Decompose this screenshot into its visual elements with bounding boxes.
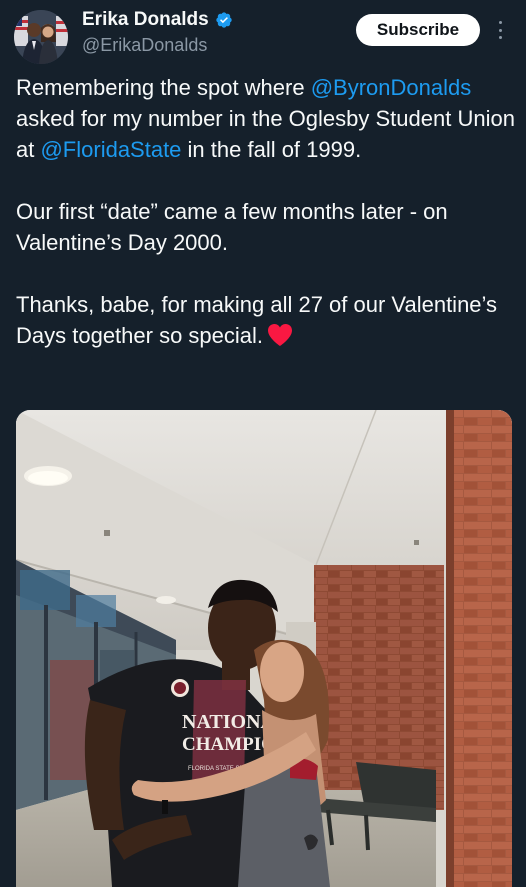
avatar[interactable] — [14, 10, 68, 64]
tweet-paragraph-1: Remembering the spot where @ByronDonalds… — [16, 72, 516, 165]
mention-link-floridastate[interactable]: @FloridaState — [40, 137, 181, 162]
text-segment: Remembering the spot where — [16, 75, 311, 100]
text-segment: Thanks, babe, for making all 27 of our V… — [16, 292, 498, 348]
text-segment: in the fall of 1999. — [181, 137, 362, 162]
more-vertical-icon[interactable] — [494, 18, 506, 42]
mention-link-byrondonalds[interactable]: @ByronDonalds — [311, 75, 472, 100]
heart-emoji-icon — [268, 324, 293, 346]
tweet-paragraph-2: Our first “date” came a few months later… — [16, 199, 448, 255]
subscribe-button[interactable]: Subscribe — [356, 14, 480, 46]
tweet-text: Remembering the spot where @ByronDonalds… — [16, 72, 516, 351]
tweet-header: Erika Donalds @ErikaDonalds Subscribe — [0, 0, 526, 64]
photo-illustration: NATIONAL CHAMPIONS FLORIDA STATE SEMINOL… — [16, 410, 512, 887]
verified-badge-icon — [216, 12, 232, 28]
tweet-paragraph-3: Thanks, babe, for making all 27 of our V… — [16, 289, 516, 351]
tweet-photo[interactable]: NATIONAL CHAMPIONS FLORIDA STATE SEMINOL… — [16, 410, 512, 887]
handle[interactable]: @ErikaDonalds — [82, 34, 207, 56]
display-name[interactable]: Erika Donalds — [82, 9, 209, 31]
profile-photo-icon — [14, 10, 68, 64]
